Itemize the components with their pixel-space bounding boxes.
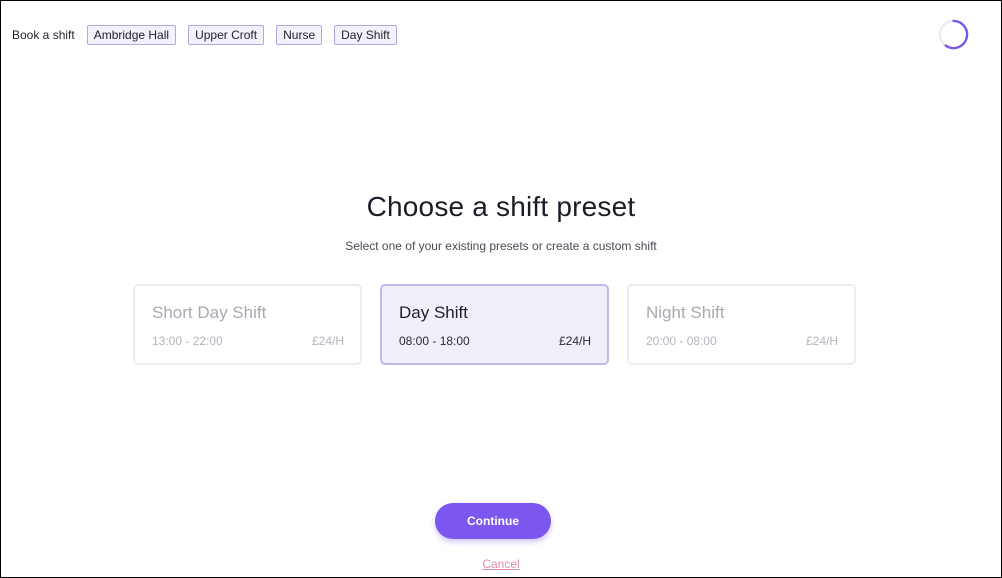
preset-list: Short Day Shift 13:00 - 22:00 £24/H Day … — [133, 284, 856, 365]
breadcrumb: Book a shift Ambridge Hall Upper Croft N… — [12, 23, 397, 47]
preset-rate: £24/H — [805, 334, 838, 348]
preset-card-day-shift[interactable]: Day Shift 08:00 - 18:00 £24/H — [380, 284, 609, 365]
preset-rate: £24/H — [311, 334, 344, 348]
breadcrumb-chip-role[interactable]: Nurse — [276, 25, 323, 45]
breadcrumb-chip-location[interactable]: Ambridge Hall — [86, 25, 177, 45]
continue-button[interactable]: Continue — [435, 503, 551, 539]
breadcrumb-label: Book a shift — [12, 28, 75, 42]
breadcrumb-chip-unit[interactable]: Upper Croft — [188, 25, 265, 45]
preset-time: 20:00 - 08:00 — [646, 334, 717, 348]
preset-name: Day Shift — [399, 303, 468, 322]
spinner-icon — [938, 19, 969, 50]
preset-time: 13:00 - 22:00 — [152, 334, 223, 348]
preset-time: 08:00 - 18:00 — [399, 334, 470, 348]
page-subtitle: Select one of your existing presets or c… — [345, 239, 657, 253]
page-title: Choose a shift preset — [366, 191, 636, 222]
book-shift-page: Book a shift Ambridge Hall Upper Croft N… — [0, 0, 1002, 578]
preset-rate: £24/H — [558, 334, 591, 348]
preset-name: Short Day Shift — [152, 303, 267, 322]
preset-card-short-day-shift[interactable]: Short Day Shift 13:00 - 22:00 £24/H — [133, 284, 362, 365]
preset-card-night-shift[interactable]: Night Shift 20:00 - 08:00 £24/H — [627, 284, 856, 365]
breadcrumb-chip-shift[interactable]: Day Shift — [334, 25, 397, 45]
preset-name: Night Shift — [646, 303, 725, 322]
cancel-link[interactable]: Cancel — [1, 557, 1001, 571]
